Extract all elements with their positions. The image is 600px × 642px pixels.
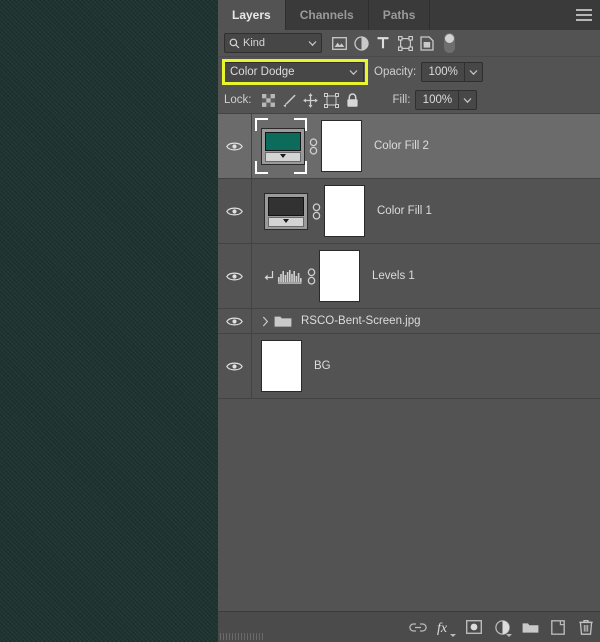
layer-content-color-fill-1: Color Fill 1 (252, 179, 600, 243)
layer-row-group-rsco-bent-screen[interactable]: RSCO-Bent-Screen.jpg (218, 309, 600, 334)
tab-channels[interactable]: Channels (285, 0, 369, 30)
lock-image-brush-icon[interactable] (279, 90, 300, 110)
layer-thumbnail-gradient-fill[interactable] (261, 127, 305, 165)
layer-list-empty-area[interactable] (218, 399, 600, 612)
layer-row-levels-1[interactable]: Levels 1 (218, 244, 600, 309)
caret-down-icon (450, 634, 456, 637)
levels-histogram-icon[interactable] (277, 269, 303, 284)
layer-row-color-fill-1[interactable]: Color Fill 1 (218, 179, 600, 244)
layer-content-bg: BG (252, 334, 600, 398)
layer-fx-icon[interactable]: fx (432, 614, 460, 640)
caret-down-icon (506, 634, 512, 637)
layer-mask-thumbnail[interactable] (321, 120, 362, 172)
add-layer-mask-icon[interactable] (460, 614, 488, 640)
layer-name-group-rsco-bent-screen: RSCO-Bent-Screen.jpg (301, 315, 421, 327)
layer-content-group: RSCO-Bent-Screen.jpg (252, 309, 600, 333)
link-layers-icon[interactable] (404, 614, 432, 640)
opacity-input[interactable]: 100% (421, 62, 466, 82)
image-filter-icon[interactable] (328, 33, 350, 53)
layer-name-levels-1: Levels 1 (372, 270, 415, 282)
eye-visibility-icon[interactable] (218, 244, 252, 308)
filter-icon-group (328, 33, 455, 53)
fill-color-swatch (268, 196, 304, 216)
fill-chevron-down-icon[interactable] (459, 90, 478, 110)
eye-visibility-icon[interactable] (218, 309, 252, 333)
chevron-right-icon[interactable] (258, 316, 272, 327)
lock-artboard-nesting-icon[interactable] (321, 90, 342, 110)
layer-name-color-fill-1: Color Fill 1 (377, 205, 432, 217)
type-filter-icon[interactable] (372, 33, 394, 53)
eye-visibility-icon[interactable] (218, 114, 252, 178)
opacity-label: Opacity: (374, 66, 417, 78)
hamburger-menu-icon[interactable] (576, 9, 592, 21)
filter-toggle-switch[interactable] (444, 33, 455, 53)
new-layer-icon[interactable] (544, 614, 572, 640)
layer-list: Color Fill 2 Color Fill 1 Levels 1 RSCO-… (218, 114, 600, 399)
filter-kind-select[interactable]: Kind (224, 33, 322, 53)
layer-thumbnail-bg[interactable] (261, 340, 302, 392)
folder-icon (272, 314, 294, 328)
photoshop-layers-panel-screenshot: Layers Channels Paths Kind Color Dodge O… (0, 0, 600, 642)
clipping-mask-arrow-icon (261, 270, 277, 283)
fill-label: Fill: (392, 94, 411, 106)
document-canvas[interactable] (0, 0, 218, 642)
eye-visibility-icon[interactable] (218, 179, 252, 243)
link-layers-icon[interactable] (308, 202, 324, 220)
layer-name-bg: BG (314, 360, 331, 372)
blend-mode-row: Color Dodge Opacity: 100% (218, 57, 600, 87)
link-layers-icon[interactable] (303, 267, 319, 285)
layer-row-color-fill-2[interactable]: Color Fill 2 (218, 114, 600, 179)
lock-transparency-icon[interactable] (258, 90, 279, 110)
adjustment-filter-icon[interactable] (350, 33, 372, 53)
opacity-chevron-down-icon[interactable] (465, 62, 484, 82)
horizontal-scrollbar[interactable] (220, 633, 264, 640)
layer-row-bg[interactable]: BG (218, 334, 600, 399)
eye-visibility-icon[interactable] (218, 334, 252, 398)
layer-content-levels-1: Levels 1 (252, 244, 600, 308)
blend-mode-value: Color Dodge (230, 66, 295, 78)
new-adjustment-layer-icon[interactable] (488, 614, 516, 640)
fill-color-swatch (265, 131, 301, 151)
tab-layers[interactable]: Layers (218, 0, 286, 30)
layer-filter-row: Kind (218, 30, 600, 57)
chevron-down-icon (308, 38, 317, 50)
lock-label: Lock: (224, 94, 252, 106)
fill-input[interactable]: 100% (415, 90, 460, 110)
blend-mode-select[interactable]: Color Dodge (224, 61, 364, 83)
layers-panel: Layers Channels Paths Kind Color Dodge O… (218, 0, 600, 642)
new-group-icon[interactable] (516, 614, 544, 640)
lock-all-padlock-icon[interactable] (342, 90, 363, 110)
canvas-halftone-texture (0, 0, 218, 642)
layer-mask-thumbnail[interactable] (319, 250, 360, 302)
gradient-slider (268, 216, 304, 227)
lock-row: Lock: Fill: 100% (218, 87, 600, 114)
svg-text:fx: fx (437, 621, 448, 635)
lock-position-move-icon[interactable] (300, 90, 321, 110)
gradient-slider (265, 151, 301, 162)
link-layers-icon[interactable] (305, 137, 321, 155)
shape-filter-icon[interactable] (394, 33, 416, 53)
delete-layer-icon[interactable] (572, 614, 600, 640)
layer-content-color-fill-2: Color Fill 2 (252, 114, 600, 178)
layer-name-color-fill-2: Color Fill 2 (374, 140, 429, 152)
panel-tabstrip: Layers Channels Paths (218, 0, 600, 30)
tab-paths[interactable]: Paths (368, 0, 431, 30)
layer-thumbnail-gradient-fill[interactable] (264, 192, 308, 230)
layers-panel-bottom-bar: fx (218, 611, 600, 642)
filter-kind-label: Kind (243, 37, 266, 49)
magnifier-icon (229, 38, 240, 49)
smart-object-filter-icon[interactable] (416, 33, 438, 53)
chevron-down-icon (349, 67, 358, 79)
layer-mask-thumbnail[interactable] (324, 185, 365, 237)
